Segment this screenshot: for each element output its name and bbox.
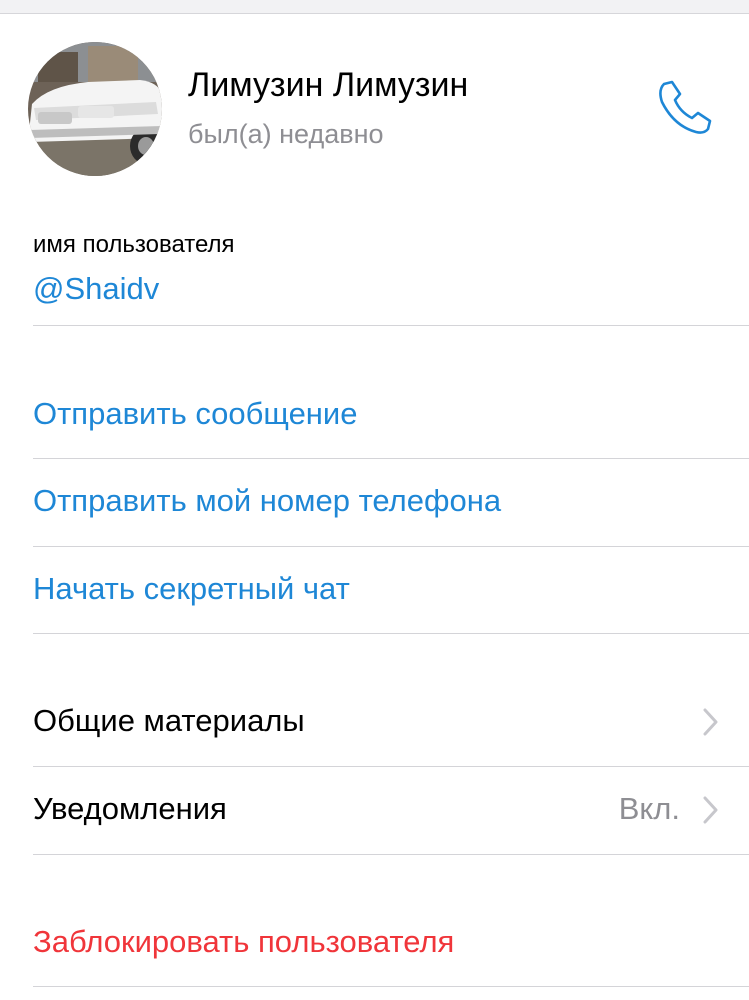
chevron-right-icon [703,796,719,832]
notifications-value: Вкл. [618,791,680,826]
call-button[interactable] [652,78,716,136]
notifications-row[interactable]: Уведомления Вкл. [33,791,749,827]
separator [33,854,749,855]
separator [33,458,749,459]
contact-name: Лимузин Лимузин [188,66,469,104]
separator [33,633,749,634]
username-caption: имя пользователя [33,231,235,258]
top-bar-edge [0,0,749,14]
notifications-label: Уведомления [33,791,227,826]
avatar[interactable] [28,42,162,176]
phone-icon [659,80,712,134]
block-user-button[interactable]: Заблокировать пользователя [33,924,749,960]
send-message-button[interactable]: Отправить сообщение [33,396,749,432]
start-secret-chat-button[interactable]: Начать секретный чат [33,571,749,607]
chevron-right-icon [703,708,719,744]
send-phone-number-button[interactable]: Отправить мой номер телефона [33,483,749,519]
avatar-photo [28,42,162,176]
separator [33,546,749,547]
shared-media-label: Общие материалы [33,703,305,738]
separator [33,325,749,326]
username-link[interactable]: @Shaidv [33,271,159,307]
separator [33,766,749,767]
shared-media-row[interactable]: Общие материалы [33,703,749,739]
separator [33,986,749,987]
last-seen-status: был(а) недавно [188,119,384,149]
